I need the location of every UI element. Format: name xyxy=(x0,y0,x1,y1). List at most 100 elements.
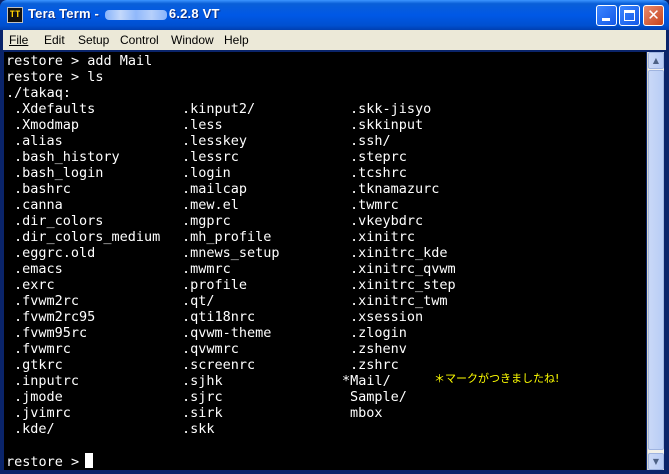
window-title: Tera Term - 6.2.8 VT xyxy=(28,6,220,21)
scroll-down-button[interactable]: ▼ xyxy=(648,453,664,470)
menu-control-label: Control xyxy=(120,33,159,47)
file-entry: .bash_login xyxy=(14,165,104,181)
menu-file-label: File xyxy=(9,33,29,47)
file-entry: .ssh/ xyxy=(350,133,391,149)
close-icon: ✕ xyxy=(647,6,660,24)
file-entry: .xinitrc xyxy=(350,229,416,245)
menu-edit[interactable]: Edit xyxy=(44,33,65,47)
menu-file[interactable]: File xyxy=(9,33,28,47)
file-entry: .bash_history xyxy=(14,149,120,165)
file-entry: .dir_colors_medium xyxy=(14,229,161,245)
tera-term-window: TT Tera Term - 6.2.8 VT ✕ File Edit Setu… xyxy=(0,0,669,474)
file-entry: .mailcap xyxy=(182,181,248,197)
maximize-button[interactable] xyxy=(619,5,640,26)
file-entry: .profile xyxy=(182,277,248,293)
file-entry: .kinput2/ xyxy=(182,101,256,117)
file-entry: .fvwm2rc95 xyxy=(14,309,96,325)
file-entry: .xinitrc_kde xyxy=(350,245,448,261)
file-entry: .xinitrc_twm xyxy=(350,293,448,309)
file-entry: .skk xyxy=(182,421,215,437)
annotation-note: ＊マークがつきましたね! xyxy=(434,372,560,385)
close-button[interactable]: ✕ xyxy=(643,5,664,26)
file-entry: .qt/ xyxy=(182,293,215,309)
terminal-line: restore > add Mail xyxy=(6,53,153,69)
minimize-icon xyxy=(602,18,610,21)
scroll-up-button[interactable]: ▲ xyxy=(648,52,664,69)
prompt-line: restore > xyxy=(6,453,94,470)
file-entry: .sirk xyxy=(182,405,223,421)
menu-window-label: Window xyxy=(171,33,214,47)
file-entry: .screenrc xyxy=(182,357,256,373)
file-entry: .kde/ xyxy=(14,421,55,437)
file-entry: .vkeybdrc xyxy=(350,213,424,229)
file-entry: .zshenv xyxy=(350,341,407,357)
file-entry: .fvwm2rc xyxy=(14,293,80,309)
window-title-suffix: 6.2.8 VT xyxy=(168,6,220,21)
menu-window[interactable]: Window xyxy=(171,33,214,47)
file-entry: .mgprc xyxy=(182,213,231,229)
prompt-text: restore > xyxy=(6,454,80,470)
file-entry: .dir_colors xyxy=(14,213,104,229)
file-entry: .lessrc xyxy=(182,149,239,165)
file-entry: .xinitrc_step xyxy=(350,277,456,293)
text-cursor xyxy=(85,453,94,468)
file-entry: .Xdefaults xyxy=(14,101,96,117)
file-entry: .zshrc xyxy=(350,357,399,373)
file-entry: .tcshrc xyxy=(350,165,407,181)
file-entry: .skkinput xyxy=(350,117,424,133)
file-entry: .mew.el xyxy=(182,197,239,213)
file-entry: .mwmrc xyxy=(182,261,231,277)
title-bar[interactable]: TT Tera Term - 6.2.8 VT ✕ xyxy=(0,0,669,30)
file-entry: .emacs xyxy=(14,261,63,277)
file-entry: .Xmodmap xyxy=(14,117,80,133)
file-entry: .eggrc.old xyxy=(14,245,96,261)
file-entry: .mh_profile xyxy=(182,229,272,245)
file-entry: .xinitrc_qvwm xyxy=(350,261,456,277)
file-entry: .mnews_setup xyxy=(182,245,280,261)
file-entry: Sample/ xyxy=(350,389,407,405)
file-entry: .qti18nrc xyxy=(182,309,256,325)
menu-edit-label: Edit xyxy=(44,33,65,47)
file-entry: .bashrc xyxy=(14,181,71,197)
file-entry: .jvimrc xyxy=(14,405,71,421)
file-entry: .login xyxy=(182,165,231,181)
file-entry: .exrc xyxy=(14,277,55,293)
menu-setup[interactable]: Setup xyxy=(78,33,109,47)
terminal-line: restore > ls xyxy=(6,69,104,85)
file-entry: .less xyxy=(182,117,223,133)
file-entry: .tknamazurc xyxy=(350,181,440,197)
file-entry: .fvwmrc xyxy=(14,341,71,357)
file-entry: .alias xyxy=(14,133,63,149)
file-entry: .sjrc xyxy=(182,389,223,405)
menu-bar: File Edit Setup Control Window Help xyxy=(3,30,666,50)
file-entry: .inputrc xyxy=(14,373,80,389)
scroll-thumb[interactable] xyxy=(648,70,664,450)
blurred-hostname xyxy=(104,9,167,20)
file-entry: .skk-jisyo xyxy=(350,101,432,117)
file-entry: .jmode xyxy=(14,389,63,405)
file-entry: .qvwm-theme xyxy=(182,325,272,341)
file-entry: .xsession xyxy=(350,309,424,325)
tera-term-app-icon[interactable]: TT xyxy=(7,7,23,23)
menu-help[interactable]: Help xyxy=(224,33,249,47)
file-entry: .zlogin xyxy=(350,325,407,341)
vertical-scrollbar[interactable]: ▲ ▼ xyxy=(647,52,664,470)
file-entry: *Mail/ xyxy=(342,373,391,389)
window-title-prefix: Tera Term - xyxy=(28,6,103,21)
file-entry: .steprc xyxy=(350,149,407,165)
file-entry: .gtkrc xyxy=(14,357,63,373)
minimize-button[interactable] xyxy=(596,5,617,26)
terminal-screen[interactable]: restore > add Mail restore > ls ./takaq:… xyxy=(4,52,646,470)
file-entry: .sjhk xyxy=(182,373,223,389)
file-entry: .qvwmrc xyxy=(182,341,239,357)
menu-setup-label: Setup xyxy=(78,33,110,47)
terminal-line: ./takaq: xyxy=(6,85,72,101)
file-entry: .canna xyxy=(14,197,63,213)
maximize-icon xyxy=(624,10,635,21)
file-entry: .fvwm95rc xyxy=(14,325,88,341)
menu-help-label: Help xyxy=(224,33,249,47)
file-entry: mbox xyxy=(350,405,383,421)
menu-control[interactable]: Control xyxy=(120,33,159,47)
file-entry: .twmrc xyxy=(350,197,399,213)
file-entry: .lesskey xyxy=(182,133,248,149)
